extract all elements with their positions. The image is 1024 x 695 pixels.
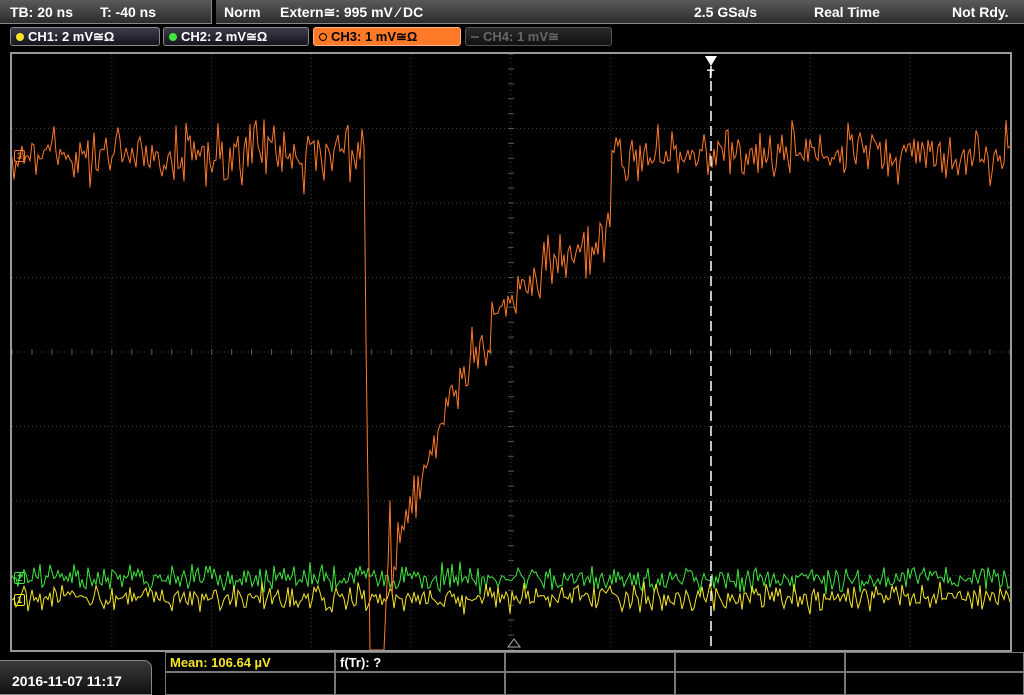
meas-cell-8[interactable] [505, 672, 675, 695]
sample-rate[interactable]: 2.5 GSa/s [694, 4, 757, 20]
channel-4-button[interactable]: CH4: 1 mV≅ [465, 27, 612, 46]
meas-cell-4[interactable] [675, 652, 845, 672]
trigger-source[interactable]: Extern≅: 995 mV ⁄ DC [280, 4, 423, 21]
meas-cell-9[interactable] [675, 672, 845, 695]
channel-3-dot-icon [319, 33, 327, 41]
meas-cell-3[interactable] [505, 652, 675, 672]
mean-measurement: Mean: 106.64 µV [170, 655, 271, 670]
channel-3-label: CH3: 1 mV≅Ω [331, 29, 418, 44]
channel-3-offset-marker[interactable]: 3 [14, 150, 26, 162]
trigger-arrow-icon[interactable] [705, 56, 717, 66]
measurement-panel: Mean: 106.64 µV f(Tr): ? [165, 652, 1024, 695]
run-state: Not Rdy. [952, 4, 1009, 20]
status-bar: TB: 20 ns T: -40 ns Norm Extern≅: 995 mV… [0, 0, 1024, 24]
channel-1-button[interactable]: CH1: 2 mV≅Ω [10, 27, 160, 46]
channel-2-dot-icon [169, 33, 177, 41]
center-marker-icon [507, 638, 521, 648]
trigger-time-value[interactable]: T: -40 ns [100, 4, 156, 20]
waveform-display[interactable]: T 3 2 1 [10, 52, 1012, 652]
channel-2-label: CH2: 2 mV≅Ω [181, 29, 268, 44]
datetime-display: 2016-11-07 11:17 [0, 660, 152, 695]
meas-cell-5[interactable] [845, 652, 1024, 672]
meas-cell-6[interactable] [165, 672, 335, 695]
meas-cell-7[interactable] [335, 672, 505, 695]
trigger-marker-label: T [707, 67, 715, 81]
timebase-value[interactable]: TB: 20 ns [10, 4, 73, 20]
acquisition-mode[interactable]: Real Time [814, 4, 880, 20]
grid [12, 54, 1010, 650]
channel-1-dot-icon [16, 33, 24, 41]
waveform-svg: T [12, 54, 1010, 650]
channel-1-offset-marker[interactable]: 1 [14, 594, 26, 606]
trigger-mode[interactable]: Norm [224, 4, 261, 20]
channel-2-button[interactable]: CH2: 2 mV≅Ω [163, 27, 309, 46]
channel-2-offset-marker[interactable]: 2 [14, 572, 26, 584]
channel-3-button[interactable]: CH3: 1 mV≅Ω [313, 27, 461, 46]
ftr-measurement: f(Tr): ? [340, 655, 382, 670]
meas-cell-10[interactable] [845, 672, 1024, 695]
channel-4-label: CH4: 1 mV≅ [483, 29, 559, 44]
channel-bar: CH1: 2 mV≅Ω CH2: 2 mV≅Ω CH3: 1 mV≅Ω CH4:… [0, 24, 1024, 50]
channel-1-label: CH1: 2 mV≅Ω [28, 29, 115, 44]
channel-4-dot-icon [471, 36, 479, 38]
timebase-panel[interactable]: TB: 20 ns T: -40 ns [0, 0, 212, 24]
acquisition-panel[interactable]: Norm Extern≅: 995 mV ⁄ DC 2.5 GSa/s Real… [216, 0, 1024, 24]
